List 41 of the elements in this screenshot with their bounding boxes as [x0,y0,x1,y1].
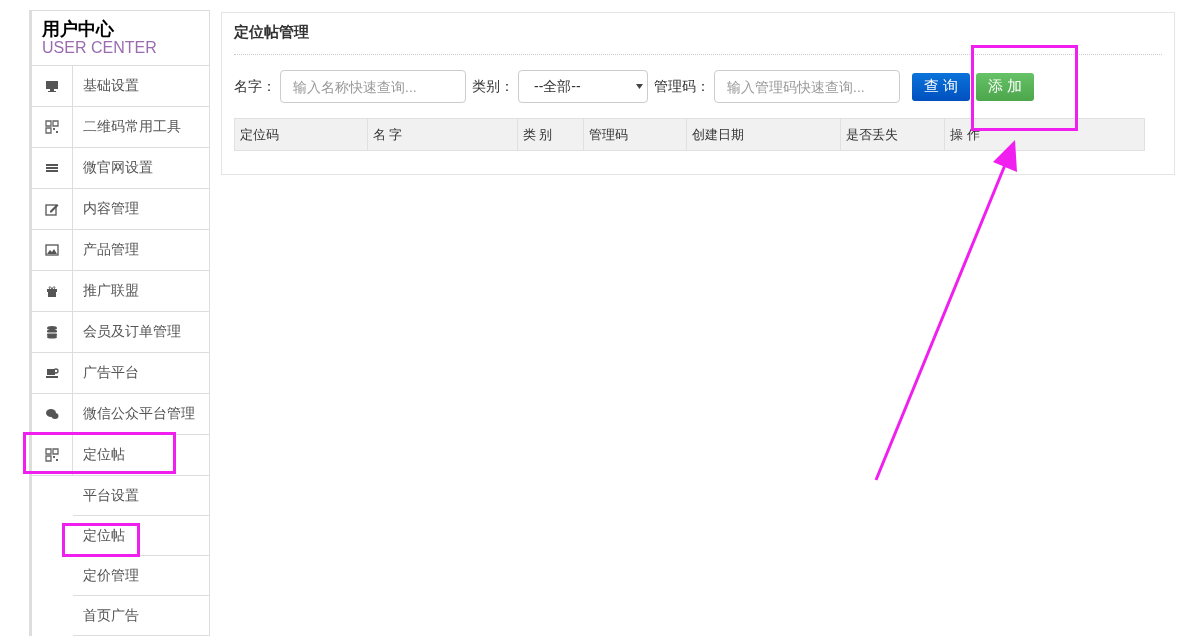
edit-icon [45,202,59,216]
sidebar-subitem[interactable]: 定位帖 [73,516,209,556]
chat-icon [45,407,59,421]
sidebar-item[interactable]: 会员及订单管理 [73,312,181,352]
sidebar-item[interactable]: 内容管理 [73,189,139,229]
menu-icon [45,161,59,175]
sidebar-subitem[interactable]: 首页广告 [73,596,209,636]
sidebar-item[interactable]: 推广联盟 [73,271,139,311]
sidebar-item[interactable]: 微官网设置 [73,148,153,188]
column-header: 定位码 [234,118,368,151]
sidebar-item[interactable]: 微信公众平台管理 [73,394,195,434]
sidebar-subitem[interactable]: 定价管理 [73,556,209,596]
search-field[interactable]: 输入名称快速查询... [280,70,466,103]
sidebar-subitem[interactable]: 平台设置 [73,476,209,516]
sidebar-title: 用户中心 [42,19,115,39]
cup-icon [45,366,59,380]
sidebar-item[interactable]: 二维码常用工具 [73,107,181,147]
column-header: 类 别 [517,118,584,151]
sidebar-subtitle: USER CENTER [42,39,158,57]
filter-label: 类别： [472,77,514,96]
category-dropdown[interactable]: --全部-- [518,70,648,103]
sidebar-item[interactable]: 定位帖 [73,435,125,475]
filter-label: 管理码： [654,77,710,96]
column-header: 名 字 [367,118,518,151]
database-icon [45,325,59,339]
sidebar-item[interactable]: 基础设置 [73,66,139,106]
column-header: 管理码 [583,118,687,151]
caret-icon [636,84,643,89]
qr-code-icon [45,448,59,462]
column-header: 创建日期 [686,118,841,151]
search-button[interactable]: 查 询 [912,72,971,101]
gift-icon [45,284,59,298]
filter-label: 名字： [234,77,276,96]
qr-code-icon [45,120,59,134]
search-field[interactable]: 输入管理码快速查询... [714,70,900,103]
sidebar-item[interactable]: 产品管理 [73,230,139,270]
panel-title: 定位帖管理 [234,23,1162,55]
image-icon [45,243,59,257]
sidebar-item[interactable]: 广告平台 [73,353,139,393]
monitor-icon [45,79,59,93]
column-header: 是否丢失 [840,118,945,151]
